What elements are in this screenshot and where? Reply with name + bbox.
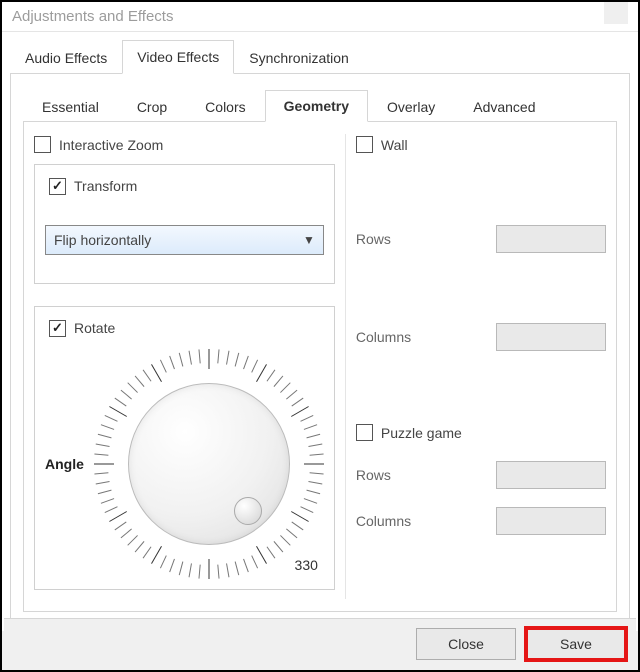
chevron-down-icon: ▼ <box>303 233 315 247</box>
puzzle-rows-label: Rows <box>356 467 391 483</box>
tab-video-effects[interactable]: Video Effects <box>122 40 234 74</box>
main-tabs: Audio Effects Video Effects Synchronizat… <box>10 38 630 74</box>
adjustments-effects-window: Adjustments and Effects Audio Effects Vi… <box>0 0 640 672</box>
subtab-geometry[interactable]: Geometry <box>265 90 368 122</box>
checkbox-icon: ✓ <box>49 320 66 337</box>
puzzle-columns-input[interactable] <box>497 508 640 534</box>
angle-label: Angle <box>45 456 84 472</box>
checkbox-icon <box>34 136 51 153</box>
wall-columns-spinner[interactable]: ▲▼ <box>496 323 606 351</box>
wall-rows-input[interactable] <box>497 226 640 252</box>
subtab-colors[interactable]: Colors <box>186 91 264 122</box>
video-subtabs: Essential Crop Colors Geometry Overlay A… <box>23 88 617 122</box>
wall-columns-label: Columns <box>356 329 411 345</box>
wall-rows-spinner[interactable]: ▲▼ <box>496 225 606 253</box>
wall-columns-input[interactable] <box>497 324 640 350</box>
angle-readout: 330 <box>295 557 318 573</box>
geometry-left-column: Interactive Zoom ✓ Transform Flip horizo… <box>34 134 335 599</box>
checkbox-icon <box>356 136 373 153</box>
interactive-zoom-checkbox[interactable]: Interactive Zoom <box>34 136 163 153</box>
rotate-group: ✓ Rotate Angle 330 <box>34 306 335 590</box>
dialog-body: Audio Effects Video Effects Synchronizat… <box>2 32 638 631</box>
geometry-right-column: Wall Rows ▲▼ Columns <box>345 134 606 599</box>
rotate-label: Rotate <box>74 320 115 336</box>
puzzle-rows-input[interactable] <box>497 462 640 488</box>
dial-thumb[interactable] <box>234 497 262 525</box>
transform-value: Flip horizontally <box>54 232 151 248</box>
rotate-checkbox[interactable]: ✓ Rotate <box>49 320 115 337</box>
subtab-overlay[interactable]: Overlay <box>368 91 454 122</box>
puzzle-group: Puzzle game Rows ▲▼ Columns <box>356 422 606 535</box>
interactive-zoom-label: Interactive Zoom <box>59 137 163 153</box>
checkbox-icon: ✓ <box>49 178 66 195</box>
transform-group: ✓ Transform Flip horizontally ▼ <box>34 164 335 284</box>
puzzle-columns-spinner[interactable]: ▲▼ <box>496 507 606 535</box>
geometry-panel: Interactive Zoom ✓ Transform Flip horizo… <box>23 122 617 612</box>
wall-rows-label: Rows <box>356 231 391 247</box>
puzzle-label: Puzzle game <box>381 425 462 441</box>
wall-label: Wall <box>381 137 408 153</box>
subtab-crop[interactable]: Crop <box>118 91 186 122</box>
transform-label: Transform <box>74 178 137 194</box>
save-button[interactable]: Save <box>526 628 626 660</box>
subtab-advanced[interactable]: Advanced <box>454 91 554 122</box>
tab-audio-effects[interactable]: Audio Effects <box>10 41 122 74</box>
wall-group: Wall Rows ▲▼ Columns <box>356 134 606 394</box>
window-close-button[interactable] <box>604 2 628 24</box>
video-effects-panel: Essential Crop Colors Geometry Overlay A… <box>10 74 630 631</box>
transform-checkbox[interactable]: ✓ Transform <box>49 178 137 195</box>
puzzle-columns-label: Columns <box>356 513 411 529</box>
titlebar: Adjustments and Effects <box>2 2 638 32</box>
angle-dial[interactable]: 330 <box>94 349 324 579</box>
puzzle-rows-spinner[interactable]: ▲▼ <box>496 461 606 489</box>
wall-checkbox[interactable]: Wall <box>356 136 408 153</box>
tab-synchronization[interactable]: Synchronization <box>234 41 364 74</box>
subtab-essential[interactable]: Essential <box>23 91 118 122</box>
checkbox-icon <box>356 424 373 441</box>
puzzle-checkbox[interactable]: Puzzle game <box>356 424 462 441</box>
close-button[interactable]: Close <box>416 628 516 660</box>
dial-face <box>128 383 290 545</box>
window-title: Adjustments and Effects <box>12 2 173 31</box>
transform-combobox[interactable]: Flip horizontally ▼ <box>45 225 324 255</box>
dialog-footer: Close Save <box>4 618 636 668</box>
